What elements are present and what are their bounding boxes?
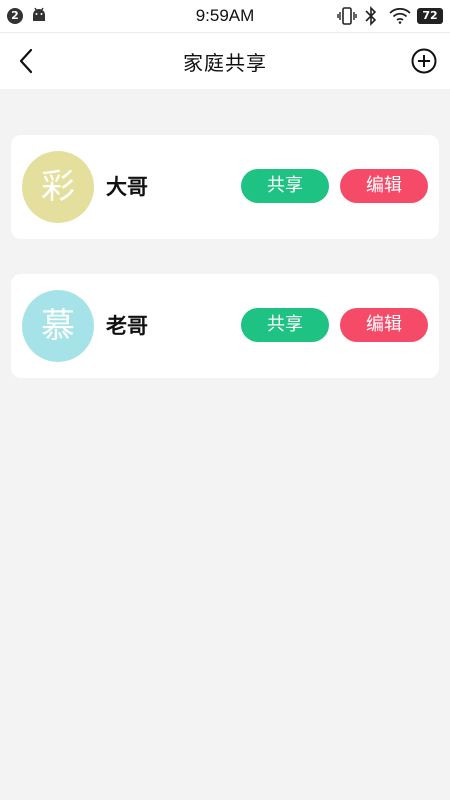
wifi-icon <box>389 8 411 24</box>
member-name: 大哥 <box>106 175 148 199</box>
share-button[interactable]: 共享 <box>241 308 329 342</box>
avatar: 慕 <box>22 290 94 362</box>
member-card: 彩 大哥 共享 编辑 <box>11 135 439 239</box>
avatar: 彩 <box>22 151 94 223</box>
page-title: 家庭共享 <box>183 51 267 75</box>
edit-button[interactable]: 编辑 <box>340 308 428 342</box>
bluetooth-icon <box>365 6 377 26</box>
member-card: 慕 老哥 共享 编辑 <box>11 274 439 378</box>
share-button[interactable]: 共享 <box>241 169 329 203</box>
member-name: 老哥 <box>106 314 148 338</box>
edit-button[interactable]: 编辑 <box>340 169 428 203</box>
battery-icon: 72 <box>417 8 443 24</box>
status-bar: 2 9:59AM 72 <box>0 0 450 32</box>
status-time: 9:59AM <box>195 6 255 25</box>
nav-bar: 家庭共享 <box>0 32 450 89</box>
vibrate-icon <box>337 7 357 25</box>
add-member-icon[interactable] <box>410 47 438 75</box>
